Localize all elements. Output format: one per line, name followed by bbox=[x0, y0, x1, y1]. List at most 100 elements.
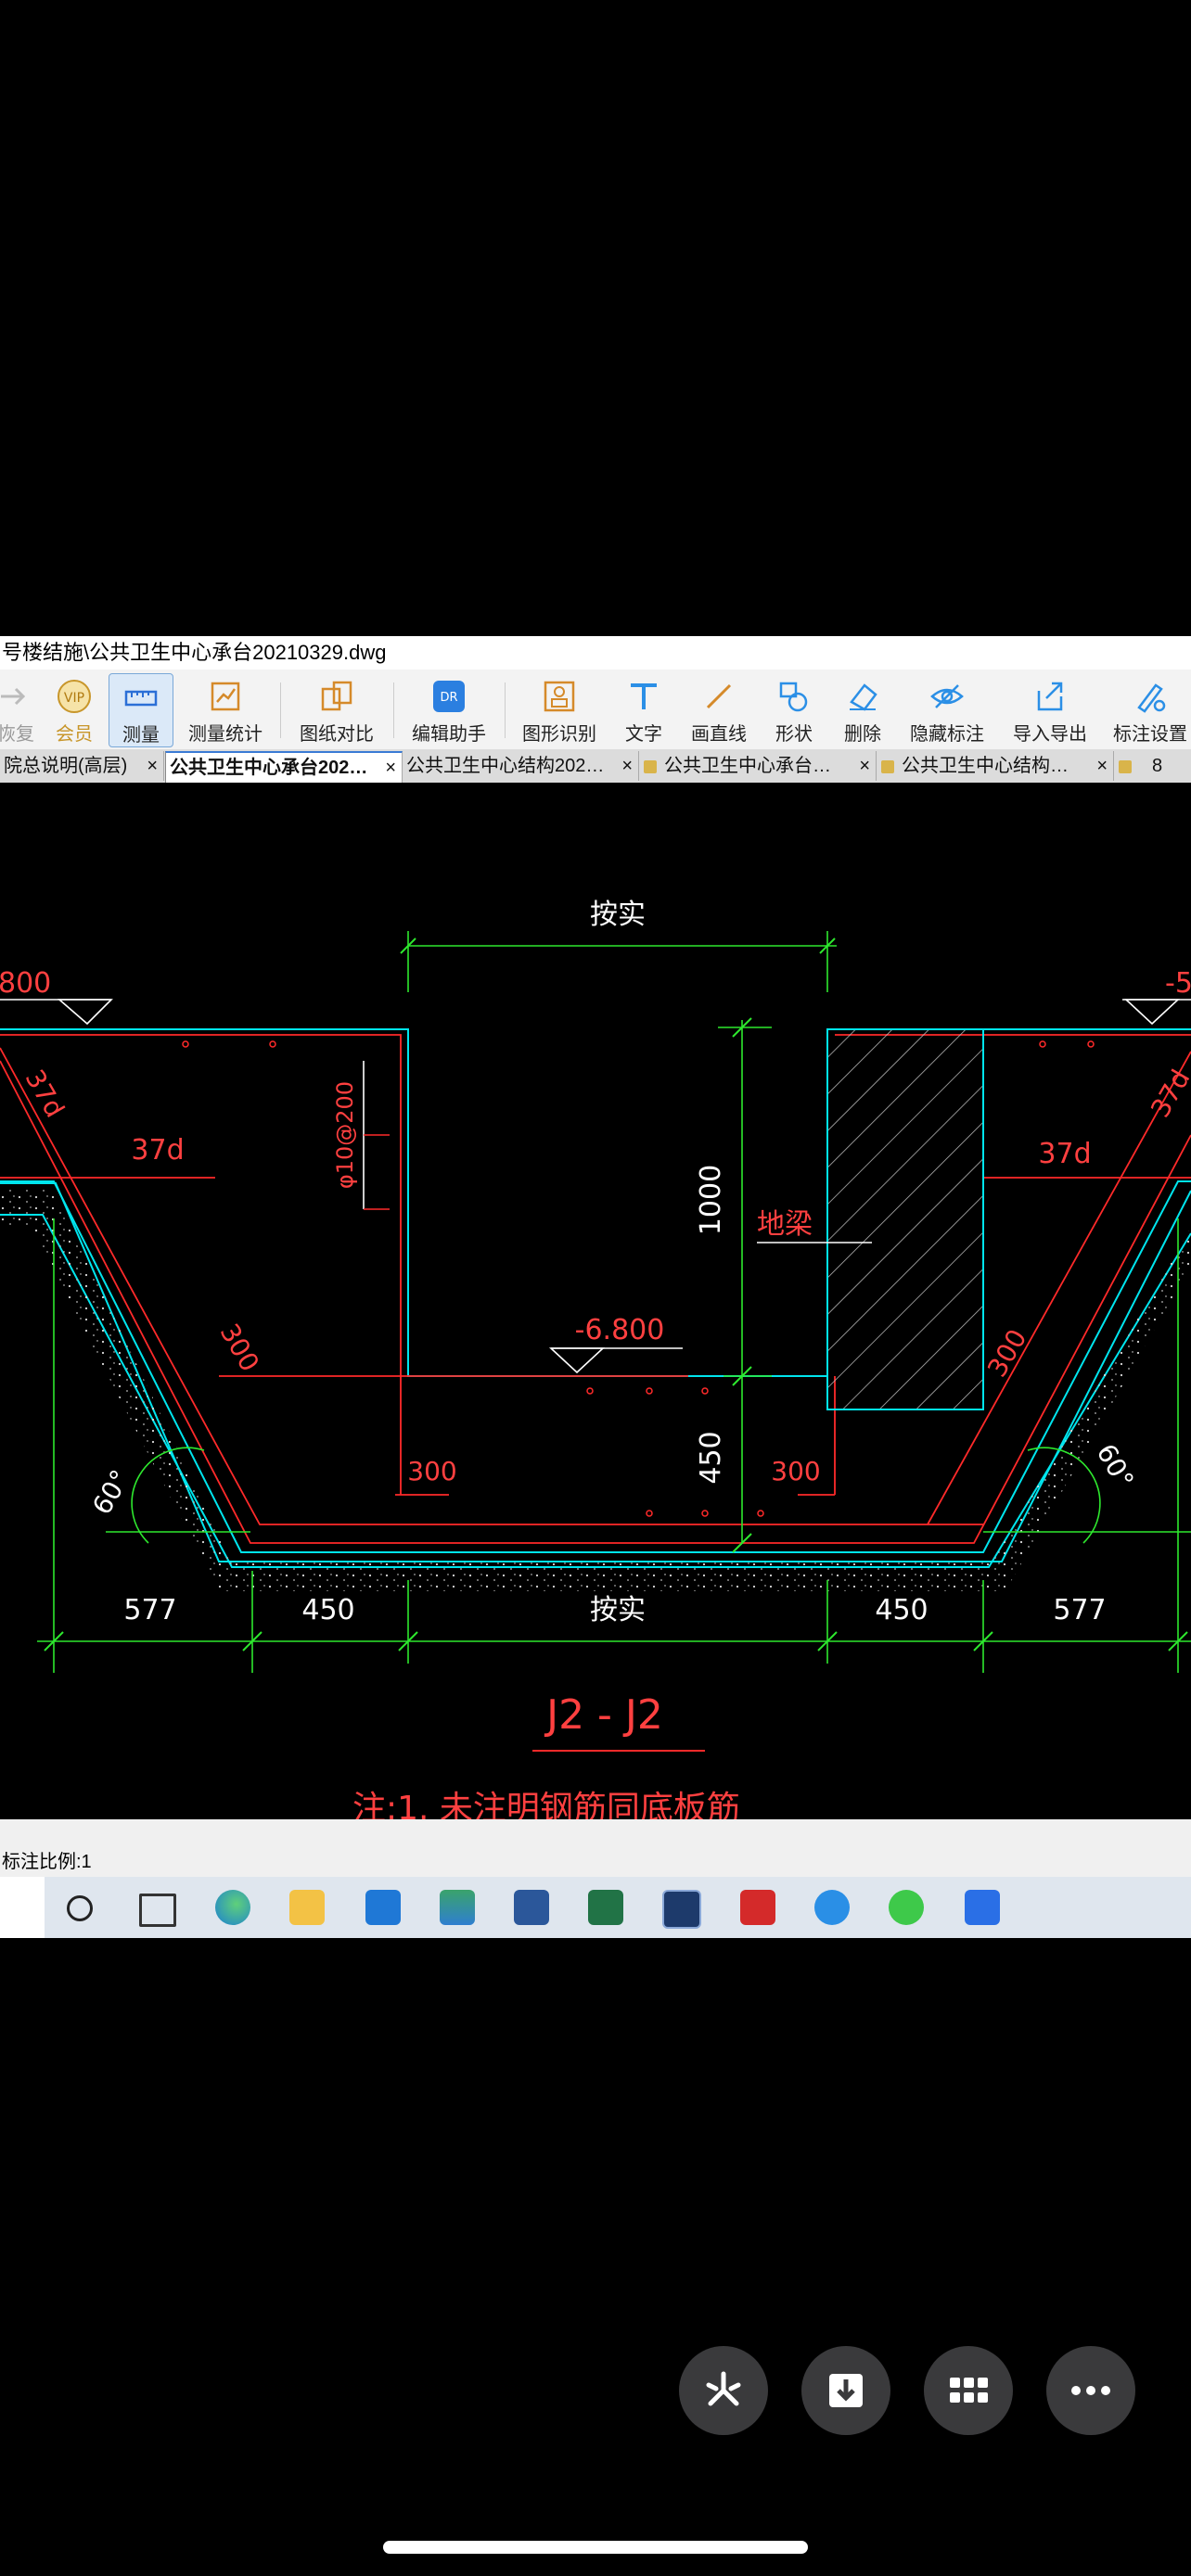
svg-text:300: 300 bbox=[407, 1456, 456, 1486]
eye-off-icon bbox=[930, 684, 964, 708]
share-button[interactable] bbox=[679, 2346, 768, 2435]
slope-left-label: 300 bbox=[214, 1319, 265, 1377]
rebar-callout: φ10@200 bbox=[332, 1061, 390, 1210]
ie-browser-icon[interactable] bbox=[814, 1890, 850, 1925]
svg-text:450: 450 bbox=[875, 1594, 928, 1626]
export-icon bbox=[1037, 682, 1063, 711]
archive-icon[interactable] bbox=[440, 1890, 475, 1925]
section-title: J2 - J2 bbox=[532, 1691, 705, 1752]
svg-text:地梁: 地梁 bbox=[757, 1208, 813, 1241]
elevation-left: 800 bbox=[0, 967, 113, 1026]
drawing-canvas[interactable]: 按实 800 -5 1000 450 φ10@200 37d 37d 37d 3… bbox=[0, 783, 1191, 1828]
close-icon[interactable]: × bbox=[621, 751, 633, 781]
shapes-icon bbox=[779, 682, 808, 712]
task-view-icon[interactable] bbox=[139, 1894, 176, 1927]
compare-button[interactable]: 图纸对比 bbox=[295, 673, 378, 746]
wps-icon[interactable] bbox=[965, 1890, 1000, 1925]
window-title: 号楼结施\公共卫生中心承台20210329.dwg bbox=[0, 636, 1191, 670]
recognize-icon bbox=[544, 681, 575, 712]
concrete-cover bbox=[0, 1189, 1191, 1591]
svg-text:-5: -5 bbox=[1165, 967, 1191, 1000]
download-button[interactable] bbox=[801, 2346, 890, 2435]
measure-stats-button[interactable]: 测量统计 bbox=[184, 673, 267, 746]
tab-locked-cap-drawing[interactable]: 公共卫生中心承台… × bbox=[640, 751, 877, 781]
cad-drawing: 按实 800 -5 1000 450 φ10@200 37d 37d 37d 3… bbox=[0, 899, 1191, 1828]
chart-icon bbox=[211, 682, 240, 711]
toolbar-divider bbox=[505, 682, 506, 738]
shape-button[interactable]: 形状 bbox=[770, 673, 818, 746]
depth-dimension: 1000 450 bbox=[695, 1017, 772, 1553]
compare-icon bbox=[321, 681, 352, 711]
tab-structure-drawing[interactable]: 公共卫生中心结构202… × bbox=[403, 751, 639, 781]
apps-button[interactable] bbox=[924, 2346, 1013, 2435]
wechat-icon[interactable] bbox=[889, 1890, 924, 1925]
svg-text:J2 - J2: J2 - J2 bbox=[544, 1691, 663, 1739]
svg-text:60°: 60° bbox=[86, 1465, 135, 1520]
word-icon[interactable] bbox=[514, 1890, 549, 1925]
vip-button[interactable]: VIP 会员 bbox=[45, 673, 104, 746]
download-icon bbox=[829, 2374, 863, 2407]
slope-right-label: 300 bbox=[981, 1324, 1032, 1383]
eraser-icon bbox=[850, 683, 877, 711]
close-icon[interactable]: × bbox=[147, 751, 158, 781]
start-area[interactable] bbox=[0, 1877, 45, 1938]
excel-icon[interactable] bbox=[588, 1890, 623, 1925]
measure-button[interactable]: 测量 bbox=[109, 673, 173, 747]
shape-recognition-button[interactable]: 图形识别 bbox=[518, 673, 601, 746]
svg-text:-6.800: -6.800 bbox=[575, 1314, 665, 1346]
status-bar: 标注比例:1 bbox=[0, 1847, 1191, 1877]
svg-text:1000: 1000 bbox=[695, 1165, 727, 1235]
horizontal-scroll-area[interactable] bbox=[0, 1819, 1191, 1847]
lock-icon bbox=[1119, 759, 1132, 773]
settings-icon bbox=[1137, 683, 1166, 713]
bottom-dimensions: 577 450 按实 450 577 bbox=[37, 1218, 1191, 1673]
more-icon bbox=[1071, 2386, 1110, 2395]
toolbar-divider bbox=[280, 682, 281, 738]
elevation-right: -5 bbox=[1122, 967, 1191, 1026]
svg-text:800: 800 bbox=[0, 967, 51, 1000]
edge-icon[interactable] bbox=[215, 1890, 250, 1925]
arrow-right-icon bbox=[1, 687, 26, 706]
tab-general-notes[interactable]: 院总说明(高层) × bbox=[0, 751, 164, 781]
ground-beam bbox=[826, 1028, 984, 1410]
tab-locked-structure-drawing[interactable]: 公共卫生中心结构… × bbox=[877, 751, 1114, 781]
svg-text:按实: 按实 bbox=[590, 1594, 646, 1626]
lock-icon bbox=[644, 759, 657, 773]
vip-icon: VIP bbox=[58, 680, 91, 713]
search-circle-icon[interactable] bbox=[67, 1895, 93, 1921]
vip-badge-text: VIP bbox=[64, 691, 84, 706]
center-elevation: -6.800 bbox=[548, 1314, 683, 1374]
top-dim-label: 按实 bbox=[590, 899, 646, 931]
file-explorer-icon[interactable] bbox=[289, 1890, 325, 1925]
svg-text:φ10@200: φ10@200 bbox=[332, 1081, 358, 1189]
home-indicator[interactable] bbox=[383, 2541, 808, 2554]
mail-icon[interactable] bbox=[365, 1890, 401, 1925]
close-icon[interactable]: × bbox=[859, 751, 870, 781]
tab-more[interactable]: 8 bbox=[1115, 751, 1191, 781]
close-icon[interactable]: × bbox=[385, 753, 396, 783]
edit-helper-button[interactable]: DR 编辑助手 bbox=[406, 673, 492, 746]
hide-annotations-button[interactable]: 隐藏标注 bbox=[905, 673, 989, 746]
redo-button[interactable]: 恢复 bbox=[0, 673, 34, 746]
svg-text:450: 450 bbox=[695, 1431, 727, 1484]
draw-line-button[interactable]: 画直线 bbox=[686, 673, 751, 746]
edit-helper-badge-text: DR bbox=[440, 691, 457, 705]
tab-current-drawing[interactable]: 公共卫生中心承台202… × bbox=[165, 751, 403, 783]
more-button[interactable] bbox=[1046, 2346, 1135, 2435]
toolbar-divider bbox=[393, 682, 394, 738]
close-icon[interactable]: × bbox=[1096, 751, 1108, 781]
pdf-icon[interactable] bbox=[740, 1890, 775, 1925]
svg-text:577: 577 bbox=[123, 1594, 176, 1626]
delete-button[interactable]: 删除 bbox=[839, 673, 887, 746]
drawing-note: 注:1. 未注明钢筋同底板筋 bbox=[352, 1790, 740, 1819]
top-dimension: 按实 bbox=[400, 899, 837, 992]
ribbon-toolbar: 恢复 VIP 会员 测量 测量统计 图纸对比 DR 编辑助手 图形识别 文字 画… bbox=[0, 670, 1191, 749]
import-export-button[interactable]: 导入导出 bbox=[1007, 673, 1093, 746]
line-icon bbox=[706, 683, 732, 709]
inner-offset-right: 300 bbox=[771, 1456, 820, 1486]
share-icon bbox=[706, 2371, 741, 2406]
grid-icon bbox=[950, 2378, 988, 2403]
text-button[interactable]: 文字 bbox=[620, 673, 668, 746]
annotation-settings-button[interactable]: 标注设置 bbox=[1109, 673, 1191, 746]
cad-viewer-icon[interactable] bbox=[662, 1890, 701, 1929]
